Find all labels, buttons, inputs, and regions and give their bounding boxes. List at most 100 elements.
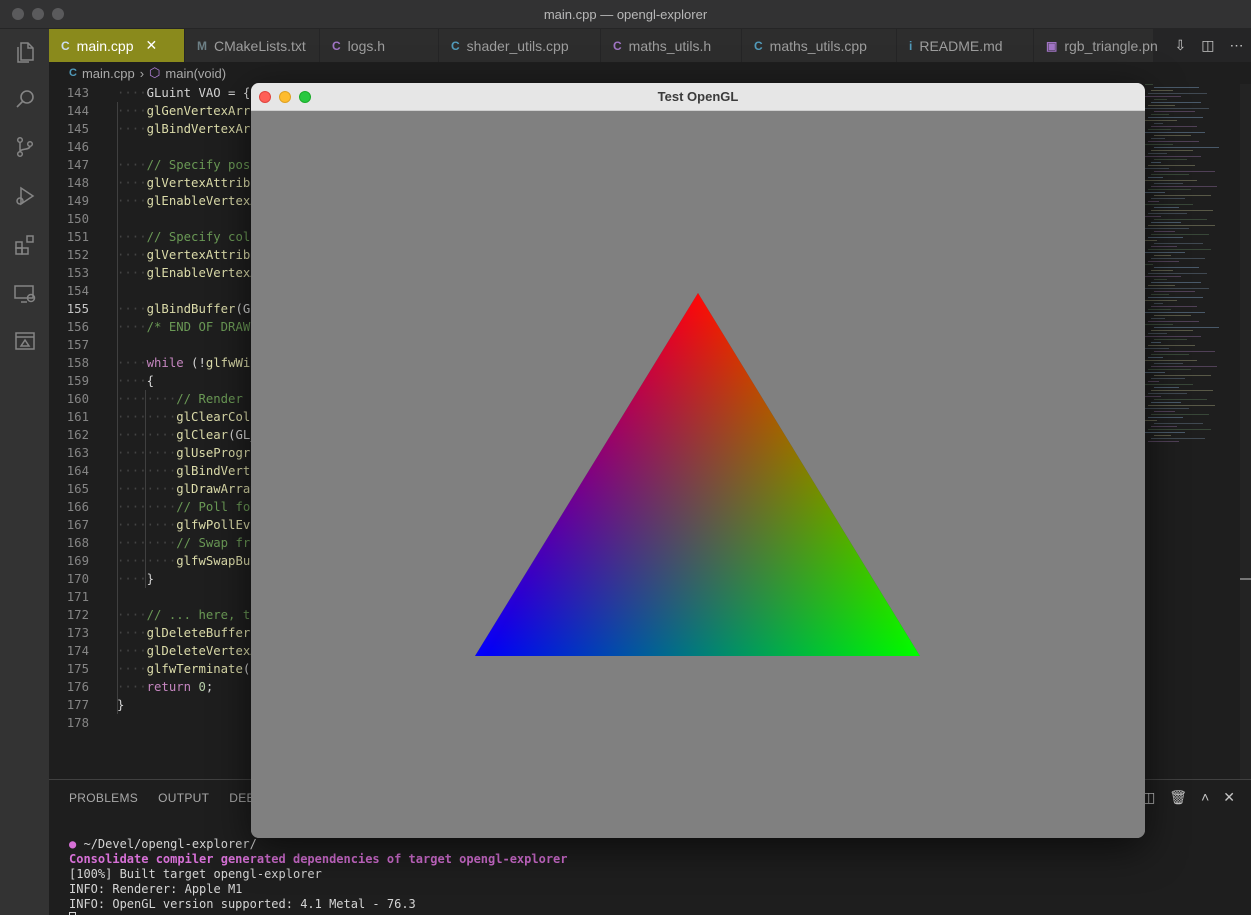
terminal-prompt: ~/Devel/opengl-explorer/: [83, 837, 257, 851]
line-number: 155: [66, 302, 89, 316]
tab-maths-utils-h[interactable]: Cmaths_utils.h: [601, 29, 742, 62]
code-text: ····glVertexAttribP: [117, 248, 258, 262]
terminal-line: [100%] Built target opengl-explorer: [69, 867, 322, 881]
terminal-line: INFO: OpenGL version supported: 4.1 Meta…: [69, 897, 416, 911]
line-number: 161: [66, 410, 89, 424]
database-icon[interactable]: [12, 328, 38, 354]
close-tab-icon[interactable]: ✕: [145, 37, 157, 54]
tab-main-cpp[interactable]: Cmain.cpp ✕: [49, 29, 185, 62]
line-number: 145: [66, 122, 89, 136]
breadcrumb-file[interactable]: main.cpp: [82, 66, 135, 81]
line-number: 152: [66, 248, 89, 262]
code-text: ········// Poll for: [117, 500, 258, 514]
line-number: 178: [66, 716, 89, 730]
explorer-icon[interactable]: [12, 39, 38, 65]
line-number: 169: [66, 554, 89, 568]
opengl-window[interactable]: Test OpenGL: [251, 83, 1145, 838]
line-number: 153: [66, 266, 89, 280]
line-number: 147: [66, 158, 89, 172]
line-number: 176: [66, 680, 89, 694]
file-type-icon: C: [613, 38, 622, 53]
cpp-file-icon: C: [69, 67, 77, 79]
search-icon[interactable]: [12, 86, 38, 112]
more-actions-icon[interactable]: ⋯: [1229, 37, 1243, 54]
tab-shader-utils-cpp[interactable]: Cshader_utils.cpp: [439, 29, 601, 62]
tab-maths-utils-cpp[interactable]: Cmaths_utils.cpp: [742, 29, 897, 62]
tab-readme-md[interactable]: i README.md: [897, 29, 1034, 62]
run-debug-icon[interactable]: [12, 183, 38, 209]
code-text: ····glVertexAttribP: [117, 176, 258, 190]
file-type-icon: C: [451, 38, 460, 53]
code-text: ····// Specify posi: [117, 158, 258, 172]
line-number: 173: [66, 626, 89, 640]
tab-label: maths_utils.cpp: [769, 37, 867, 54]
code-text: ····glEnableVertexA: [117, 266, 258, 280]
code-text: ····return 0;: [117, 680, 214, 694]
line-number: 167: [66, 518, 89, 532]
cube-icon: ⬡: [149, 65, 161, 80]
code-text: ····glDeleteVertexA: [117, 644, 258, 658]
code-text: ········glBindVerte: [117, 464, 258, 478]
line-number: 154: [66, 284, 89, 298]
panel-actions: ◫ 🗑 ˄ ✕: [1142, 789, 1235, 806]
open-preview-icon[interactable]: ⇩: [1175, 37, 1187, 54]
line-number: 170: [66, 572, 89, 586]
panel-tab-output[interactable]: OUTPUT: [158, 791, 209, 805]
tab-label: logs.h: [347, 37, 386, 54]
code-text: ········// Swap fro: [117, 536, 258, 550]
line-number: 163: [66, 446, 89, 460]
panel-tab-problems[interactable]: PROBLEMS: [69, 791, 138, 805]
split-editor-icon[interactable]: ◫: [1201, 37, 1214, 54]
file-type-icon: C: [754, 38, 763, 53]
file-type-icon: C: [61, 38, 70, 53]
apple-icon: ●: [69, 837, 77, 851]
breadcrumb-symbol[interactable]: main(void): [165, 66, 226, 81]
code-text: ····glBindVertexArr: [117, 122, 258, 136]
file-type-icon: C: [332, 38, 341, 53]
line-number: 162: [66, 428, 89, 442]
file-type-icon: i: [909, 38, 913, 53]
line-number: 148: [66, 176, 89, 190]
extensions-icon[interactable]: [12, 232, 38, 258]
line-number: 166: [66, 500, 89, 514]
trash-icon[interactable]: 🗑: [1169, 789, 1187, 806]
code-text: ····glBindBuffer(GL: [117, 302, 258, 316]
code-text: ····/* END OF DRAWI: [117, 320, 258, 334]
editor-scrollbar[interactable]: [1240, 84, 1251, 779]
chevron-right-icon: ›: [139, 65, 145, 81]
close-icon[interactable]: ✕: [1223, 789, 1235, 806]
line-number: 171: [66, 590, 89, 604]
code-text: ····glfwTerminate(): [117, 662, 258, 676]
code-text: ····GLuint VAO = {};: [117, 86, 266, 100]
source-control-icon[interactable]: [12, 134, 38, 160]
tab-label: shader_utils.cpp: [466, 37, 569, 54]
line-number: 157: [66, 338, 89, 352]
chevron-up-icon[interactable]: ˄: [1201, 789, 1209, 806]
line-number: 177: [66, 698, 89, 712]
tab-label: rgb_triangle.pn: [1064, 37, 1158, 54]
line-number: 156: [66, 320, 89, 334]
line-number: 158: [66, 356, 89, 370]
tab-logs-h[interactable]: Clogs.h: [320, 29, 439, 62]
minimap[interactable]: [1145, 84, 1240, 444]
tab-cmakelists-txt[interactable]: M CMakeLists.txt: [185, 29, 320, 62]
opengl-window-titlebar[interactable]: Test OpenGL: [251, 83, 1145, 111]
code-text: ····}: [117, 572, 155, 586]
terminal-line: INFO: Renderer: Apple M1: [69, 882, 243, 896]
code-text: ········glfwSwapBuf: [117, 554, 258, 568]
line-number: 165: [66, 482, 89, 496]
code-text: ········glfwPollEve: [117, 518, 258, 532]
line-number: 175: [66, 662, 89, 676]
line-number: 159: [66, 374, 89, 388]
code-text: ····glGenVertexArra: [117, 104, 258, 118]
code-text: ········glDrawArray: [117, 482, 258, 496]
tab-rgb-triangle-pn[interactable]: ▣ rgb_triangle.pn: [1034, 29, 1158, 62]
tab-label: main.cpp: [76, 37, 134, 54]
remote-explorer-icon[interactable]: [12, 281, 38, 307]
editor-tabs: Cmain.cpp ✕ M CMakeLists.txt Clogs.h Cshader_…: [49, 29, 1251, 62]
window-title: main.cpp — opengl-explorer: [543, 7, 708, 22]
line-number: 143: [66, 86, 89, 100]
code-text: ········glClear(GL_: [117, 428, 258, 442]
triangle-red-vertex: [475, 293, 920, 656]
code-text: ········// Render: [117, 392, 243, 406]
